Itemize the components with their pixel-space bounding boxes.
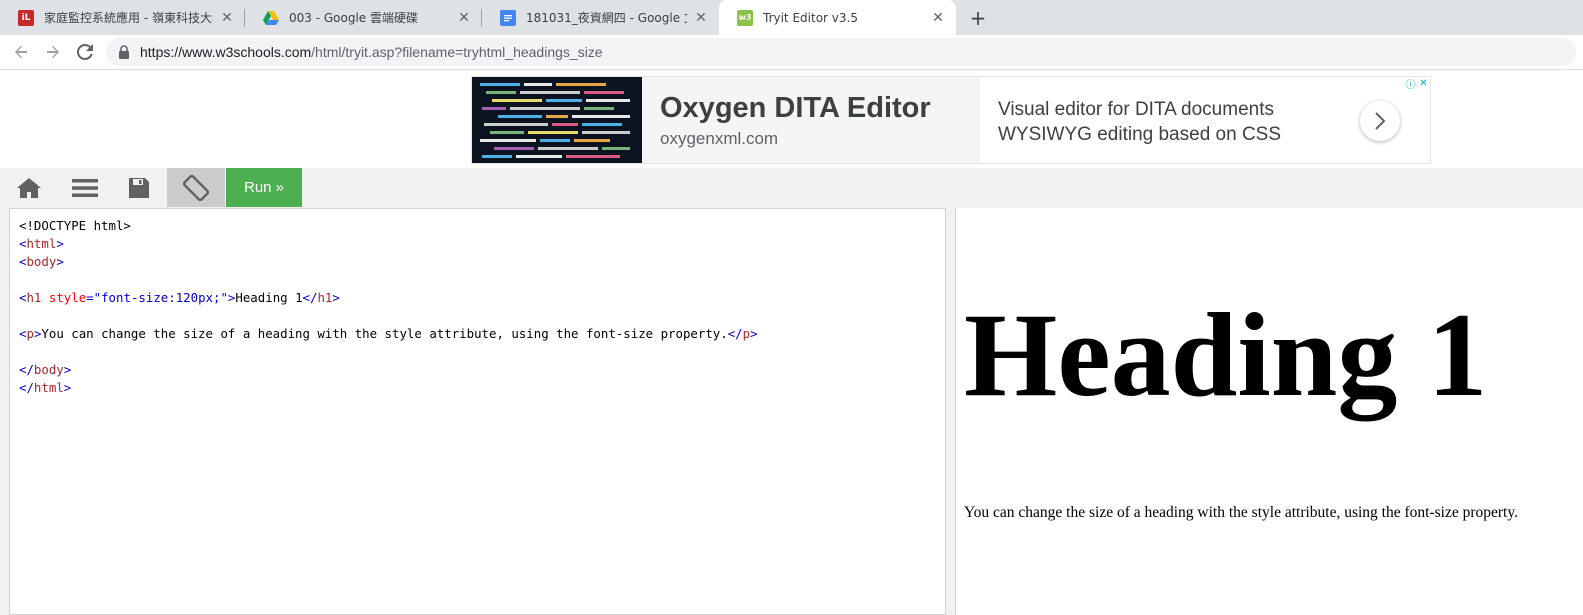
rotate-layout-button[interactable] [167, 168, 225, 207]
ad-title[interactable]: Oxygen DITA Editor [660, 91, 962, 125]
code-line: <h1 style="font-size:120px;">Heading 1</… [19, 290, 340, 305]
code-tag-name: html [33, 380, 64, 395]
close-tab-icon[interactable]: ✕ [219, 10, 235, 26]
arrow-right-icon [47, 45, 59, 59]
tab-tryit-editor[interactable]: w3 Tryit Editor v3.5 ✕ [719, 0, 956, 35]
code-tag-name: h1 [26, 290, 42, 305]
browser-tab-strip: iL 家庭監控系統應用 - 嶺東科技大學 ✕ 003 - Google 雲端硬碟… [0, 0, 1583, 35]
code-text: You can change the size of a heading wit… [41, 326, 728, 341]
code-line: <html> [19, 236, 64, 251]
w3schools-icon: w3 [737, 9, 753, 26]
tab-google-docs[interactable]: 181031_夜資網四 - Google 文件 ✕ [482, 0, 719, 35]
ad-next-button[interactable] [1360, 101, 1400, 141]
tab-title: 003 - Google 雲端硬碟 [289, 11, 418, 25]
code-line: </html> [19, 380, 72, 395]
run-button[interactable]: Run » [226, 168, 302, 207]
result-heading: Heading 1 [964, 288, 1488, 421]
code-text: Heading 1 [235, 290, 303, 305]
code-line: <p>You can change the size of a heading … [19, 326, 758, 341]
google-drive-icon [263, 10, 279, 26]
code-doctype: <!DOCTYPE html> [19, 218, 131, 233]
arrow-left-icon [15, 45, 27, 59]
address-bar[interactable]: https://www.w3schools.com/html/tryit.asp… [106, 38, 1576, 66]
code-editor[interactable]: <!DOCTYPE html> <html> <body> <h1 style=… [9, 208, 946, 615]
ad-code-image [472, 77, 642, 163]
code-line: <body> [19, 254, 64, 269]
save-icon [129, 177, 149, 198]
ad-close-icon[interactable]: ✕ [1417, 77, 1430, 90]
code-tag-name: p [742, 326, 751, 341]
reload-button[interactable] [73, 40, 97, 64]
code-line: <!DOCTYPE html> [19, 217, 945, 235]
close-tab-icon[interactable]: ✕ [693, 10, 709, 26]
save-button[interactable] [118, 168, 160, 207]
reload-icon [77, 44, 93, 60]
code-attribute: style [48, 290, 87, 305]
url-host: https://www.w3schools.com [140, 44, 312, 60]
tab-title: 181031_夜資網四 - Google 文件 [526, 11, 687, 25]
result-paragraph: You can change the size of a heading wit… [964, 504, 1518, 521]
code-tag-name: body [26, 254, 57, 269]
code-tag-name: p [26, 326, 34, 341]
home-button[interactable] [8, 168, 50, 207]
forward-button[interactable] [41, 40, 65, 64]
hamburger-menu-icon [72, 178, 98, 197]
tab-title: 家庭監控系統應用 - 嶺東科技大學 [44, 11, 213, 25]
tab-title: Tryit Editor v3.5 [763, 10, 858, 25]
ad-banner[interactable]: Oxygen DITA Editor oxygenxml.com Visual … [471, 76, 1431, 164]
ad-info-icon[interactable]: ⓘ [1404, 77, 1417, 91]
tab-ltu[interactable]: iL 家庭監控系統應用 - 嶺東科技大學 ✕ [0, 0, 245, 35]
ad-description-line: Visual editor for DITA documents [998, 99, 1274, 120]
close-tab-icon[interactable]: ✕ [456, 10, 472, 26]
google-docs-icon [500, 9, 516, 26]
close-tab-icon[interactable]: ✕ [930, 10, 946, 26]
rotate-device-icon [182, 174, 210, 201]
url-text: https://www.w3schools.com/html/tryit.asp… [140, 44, 603, 60]
ltu-favicon: iL [18, 9, 34, 26]
tab-google-drive[interactable]: 003 - Google 雲端硬碟 ✕ [245, 0, 482, 35]
code-line: </body> [19, 362, 72, 377]
code-tag-name: body [33, 362, 64, 377]
code-tag-name: html [26, 236, 57, 251]
menu-button[interactable] [64, 168, 106, 207]
home-icon [17, 177, 41, 198]
chevron-right-icon [1375, 112, 1386, 130]
back-button[interactable] [9, 40, 33, 64]
new-tab-button[interactable]: + [966, 6, 990, 30]
tryit-navbar: Run » [0, 168, 1583, 207]
lock-icon [119, 45, 129, 59]
ad-domain[interactable]: oxygenxml.com [660, 129, 962, 149]
result-frame[interactable]: Heading 1 You can change the size of a h… [955, 208, 1583, 615]
ad-description-block: Visual editor for DITA documents WYSIWYG… [980, 77, 1430, 163]
ad-description-line: WYSIWYG editing based on CSS [998, 124, 1282, 145]
ad-headline-block: Oxygen DITA Editor oxygenxml.com [642, 77, 980, 163]
url-path: /html/tryit.asp?filename=tryhtml_heading… [311, 44, 603, 60]
code-attribute-value: "font-size:120px;" [93, 290, 228, 305]
ad-choices: ⓘ ✕ [1404, 77, 1430, 91]
code-tag-name: h1 [317, 290, 333, 305]
editor-panes: <!DOCTYPE html> <html> <body> <h1 style=… [0, 207, 1583, 615]
browser-toolbar: https://www.w3schools.com/html/tryit.asp… [0, 35, 1583, 70]
